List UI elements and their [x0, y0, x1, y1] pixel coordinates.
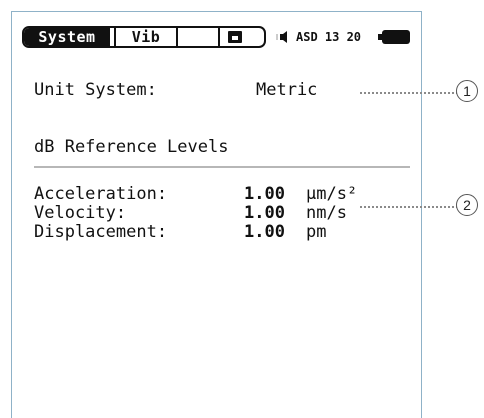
displacement-unit: pm — [306, 222, 327, 242]
tab-strip: System Vib — [22, 26, 266, 48]
acceleration-label: Acceleration: — [34, 184, 168, 204]
save-icon — [228, 31, 242, 43]
velocity-unit: nm/s — [306, 203, 347, 223]
status-bar: System Vib ASD 13 20 — [22, 26, 410, 48]
unit-system-label: Unit System: — [34, 80, 157, 100]
tab-system[interactable]: System — [24, 28, 110, 46]
velocity-label: Velocity: — [34, 203, 127, 223]
unit-system-value[interactable]: Metric — [256, 80, 317, 100]
device-screen: System Vib ASD 13 20 Unit System: Metric… — [11, 11, 422, 418]
speaker-icon — [276, 31, 287, 43]
tab-empty[interactable] — [178, 28, 220, 46]
status-text: ASD 13 20 — [296, 30, 362, 44]
callout-2: 2 — [456, 194, 478, 216]
save-button[interactable] — [220, 28, 250, 46]
acceleration-unit: µm/s² — [306, 184, 358, 204]
callout-leader-1 — [360, 92, 458, 94]
velocity-value[interactable]: 1.00 — [244, 203, 285, 223]
callout-leader-2 — [360, 206, 458, 208]
tab-vib[interactable]: Vib — [114, 28, 178, 46]
acceleration-value[interactable]: 1.00 — [244, 184, 285, 204]
battery-icon — [378, 30, 410, 44]
displacement-value[interactable]: 1.00 — [244, 222, 285, 242]
callout-1: 1 — [456, 80, 478, 102]
section-title: dB Reference Levels — [34, 137, 229, 157]
divider — [34, 166, 410, 168]
displacement-label: Displacement: — [34, 222, 168, 242]
